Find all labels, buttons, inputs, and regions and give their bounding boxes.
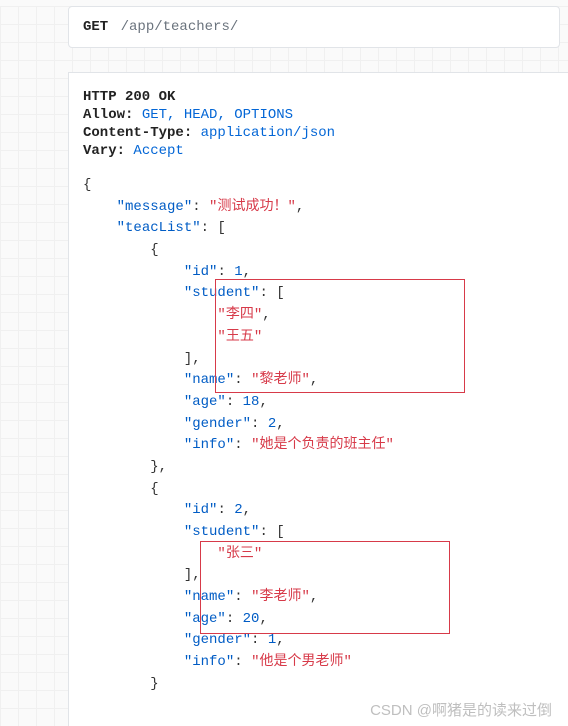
watermark-brand: CSDN xyxy=(370,702,413,719)
json-key: "message" xyxy=(117,199,193,215)
json-key: "age" xyxy=(184,394,226,410)
vary-label: Vary: xyxy=(83,143,125,159)
header-vary: Vary: Accept xyxy=(83,143,554,159)
header-allow: Allow: GET, HEAD, OPTIONS xyxy=(83,107,554,123)
json-number: 2 xyxy=(268,416,276,432)
json-number: 18 xyxy=(243,394,260,410)
http-method: GET xyxy=(83,19,108,35)
json-string: "她是个负责的班主任" xyxy=(251,437,394,453)
json-key: "id" xyxy=(184,502,218,518)
json-string: "李四" xyxy=(217,307,262,323)
allow-label: Allow: xyxy=(83,107,133,123)
json-number: 2 xyxy=(234,502,242,518)
status-text: HTTP 200 OK xyxy=(83,89,175,105)
json-key: "student" xyxy=(184,285,260,301)
json-key: "age" xyxy=(184,611,226,627)
json-string: "测试成功！" xyxy=(209,199,296,215)
json-key: "teacList" xyxy=(117,220,201,236)
ctype-label: Content-Type: xyxy=(83,125,192,141)
allow-value: GET, HEAD, OPTIONS xyxy=(142,107,293,123)
json-key: "name" xyxy=(184,372,234,388)
json-key: "gender" xyxy=(184,632,251,648)
json-number: 1 xyxy=(268,632,276,648)
json-string: "李老师" xyxy=(251,589,310,605)
watermark-author: @啊猪是的读来过倒 xyxy=(417,702,552,719)
json-key: "student" xyxy=(184,524,260,540)
json-number: 1 xyxy=(234,264,242,280)
response-panel: HTTP 200 OK Allow: GET, HEAD, OPTIONS Co… xyxy=(68,72,568,726)
status-line: HTTP 200 OK xyxy=(83,89,554,105)
page-content: GET /app/teachers/ HTTP 200 OK Allow: GE… xyxy=(0,6,568,726)
json-key: "info" xyxy=(184,654,234,670)
json-key: "id" xyxy=(184,264,218,280)
watermark: CSDN @啊猪是的读来过倒 xyxy=(370,699,552,720)
json-key: "gender" xyxy=(184,416,251,432)
json-key: "info" xyxy=(184,437,234,453)
json-string: "黎老师" xyxy=(251,372,310,388)
json-string: "他是个男老师" xyxy=(251,654,352,670)
header-content-type: Content-Type: application/json xyxy=(83,125,554,141)
json-string: "张三" xyxy=(217,546,262,562)
json-key: "name" xyxy=(184,589,234,605)
json-string: "王五" xyxy=(217,329,262,345)
json-number: 20 xyxy=(243,611,260,627)
ctype-value: application/json xyxy=(201,125,335,141)
json-body: { "message": "测试成功！", "teacList": [ { "i… xyxy=(83,175,554,696)
http-path: /app/teachers/ xyxy=(121,19,239,35)
endpoint-panel: GET /app/teachers/ xyxy=(68,6,560,48)
vary-value: Accept xyxy=(133,143,183,159)
